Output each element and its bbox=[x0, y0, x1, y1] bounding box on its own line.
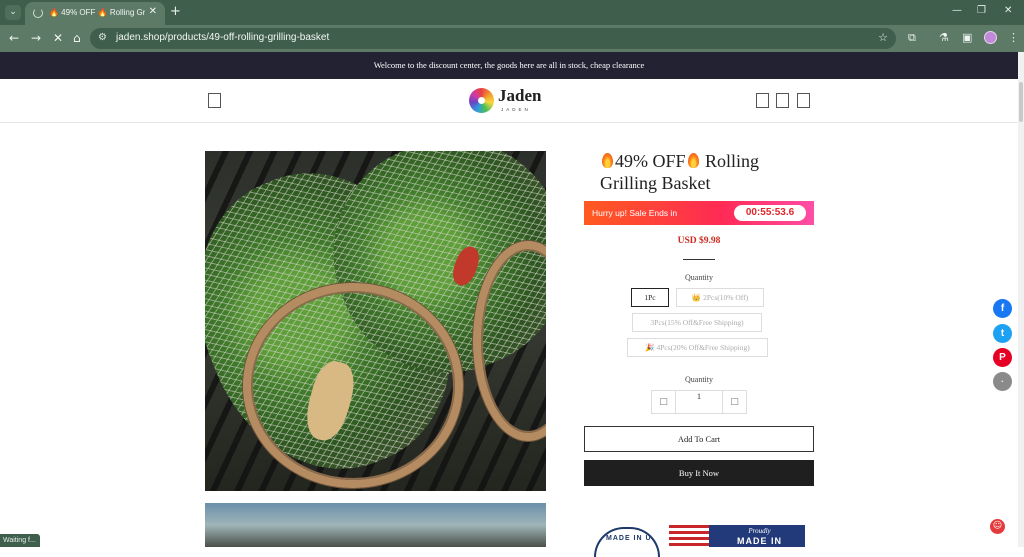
logo-subtext: JADEN bbox=[501, 107, 531, 112]
tab-search-icon[interactable]: ⌄ bbox=[5, 5, 21, 20]
quantity-label: Quantity bbox=[685, 375, 713, 384]
title-part1: 49% OFF bbox=[615, 151, 686, 171]
tab-close-icon[interactable]: ✕ bbox=[149, 6, 157, 17]
labs-icon[interactable]: ⚗ bbox=[939, 31, 949, 44]
tab-title: 🔥 49% OFF 🔥 Rolling Grilling Basket bbox=[49, 8, 145, 17]
side-panel-icon[interactable]: ▣ bbox=[962, 31, 972, 44]
page-scrollbar[interactable] bbox=[1018, 52, 1024, 547]
site-info-icon[interactable]: ⚙ bbox=[98, 32, 107, 43]
quantity-plus-button[interactable]: □ bbox=[722, 391, 746, 413]
product-price: USD $9.98 bbox=[677, 236, 721, 246]
option-4pcs[interactable]: 🎉 4Pcs(20% Off&Free Shipping) bbox=[627, 338, 768, 357]
help-chat-icon[interactable]: ☺ bbox=[990, 519, 1005, 534]
logo-flower-icon bbox=[469, 88, 494, 113]
scrollbar-thumb[interactable] bbox=[1019, 82, 1023, 122]
store-logo[interactable]: Jaden JADEN bbox=[469, 86, 549, 115]
store-header: Jaden JADEN bbox=[0, 79, 1018, 123]
back-icon[interactable]: ← bbox=[9, 31, 19, 45]
minimize-icon[interactable]: — bbox=[952, 5, 962, 16]
profile-avatar[interactable] bbox=[984, 31, 997, 44]
loading-spinner-icon bbox=[33, 8, 43, 18]
address-bar[interactable]: ⚙ jaden.shop/products/49-off-rolling-gri… bbox=[90, 28, 896, 49]
cart-icon[interactable] bbox=[797, 93, 810, 108]
new-tab-button[interactable]: + bbox=[170, 4, 181, 19]
menu-icon[interactable] bbox=[208, 93, 221, 108]
facebook-share-icon[interactable]: f bbox=[993, 299, 1012, 318]
bookmark-star-icon[interactable]: ☆ bbox=[878, 31, 888, 44]
stop-icon[interactable]: ✕ bbox=[53, 31, 63, 45]
countdown-timer: 00:55:53.6 bbox=[734, 205, 806, 221]
fire-icon-2 bbox=[687, 153, 699, 168]
seal-text: MADE IN US bbox=[606, 535, 658, 542]
home-icon[interactable]: ⌂ bbox=[73, 31, 81, 45]
buy-it-now-button[interactable]: Buy It Now bbox=[584, 460, 814, 486]
option-2pcs[interactable]: 👑 2Pcs(10% Off) bbox=[676, 288, 764, 307]
search-icon[interactable] bbox=[756, 93, 769, 108]
share-more-icon[interactable]: · bbox=[993, 372, 1012, 391]
option-3pcs[interactable]: 3Pcs(15% Off&Free Shipping) bbox=[632, 313, 762, 332]
proudly-made-in-badge: Proudly MADE IN bbox=[669, 525, 805, 547]
active-tab[interactable]: 🔥 49% OFF 🔥 Rolling Grilling Basket ✕ bbox=[25, 2, 165, 25]
badge-text-made-in: MADE IN bbox=[737, 536, 782, 546]
sale-countdown: Hurry up! Sale Ends in 00:55:53.6 bbox=[584, 201, 814, 225]
quantity-minus-button[interactable]: □ bbox=[652, 391, 676, 413]
forward-icon[interactable]: → bbox=[31, 31, 41, 45]
fire-icon bbox=[602, 153, 613, 168]
quantity-input[interactable]: 1 bbox=[676, 391, 722, 413]
account-icon[interactable] bbox=[776, 93, 789, 108]
flag-stripes-icon bbox=[669, 525, 709, 547]
badge-text-proudly: Proudly bbox=[748, 527, 771, 535]
product-title: 49% OFF Rolling Grilling Basket bbox=[600, 150, 820, 194]
browser-toolbar: ← → ✕ ⌂ ⚙ jaden.shop/products/49-off-rol… bbox=[0, 25, 1024, 52]
option-1pc[interactable]: 1Pc bbox=[631, 288, 669, 307]
product-image-secondary[interactable] bbox=[205, 503, 546, 547]
twitter-share-icon[interactable]: t bbox=[993, 324, 1012, 343]
option-label: Quantity bbox=[685, 273, 713, 282]
browser-tabbar: ⌄ 🔥 49% OFF 🔥 Rolling Grilling Basket ✕ … bbox=[0, 0, 1024, 25]
made-in-usa-seal: MADE IN US bbox=[594, 527, 660, 557]
status-bar: Waiting f... bbox=[0, 534, 40, 547]
add-to-cart-button[interactable]: Add To Cart bbox=[584, 426, 814, 452]
product-image[interactable] bbox=[205, 151, 546, 491]
window-close-icon[interactable]: ✕ bbox=[1004, 5, 1012, 16]
menu-kebab-icon[interactable]: ⋮ bbox=[1008, 31, 1019, 44]
announcement-bar: Welcome to the discount center, the good… bbox=[0, 52, 1018, 79]
url-text: jaden.shop/products/49-off-rolling-grill… bbox=[116, 32, 330, 43]
price-divider bbox=[683, 259, 715, 260]
restore-icon[interactable]: ❐ bbox=[977, 5, 986, 16]
countdown-label: Hurry up! Sale Ends in bbox=[592, 208, 678, 218]
pinterest-share-icon[interactable]: P bbox=[993, 348, 1012, 367]
logo-brand: Jaden bbox=[498, 86, 542, 105]
quantity-stepper: □ 1 □ bbox=[651, 390, 747, 414]
extensions-icon[interactable]: ⧉ bbox=[908, 31, 916, 45]
